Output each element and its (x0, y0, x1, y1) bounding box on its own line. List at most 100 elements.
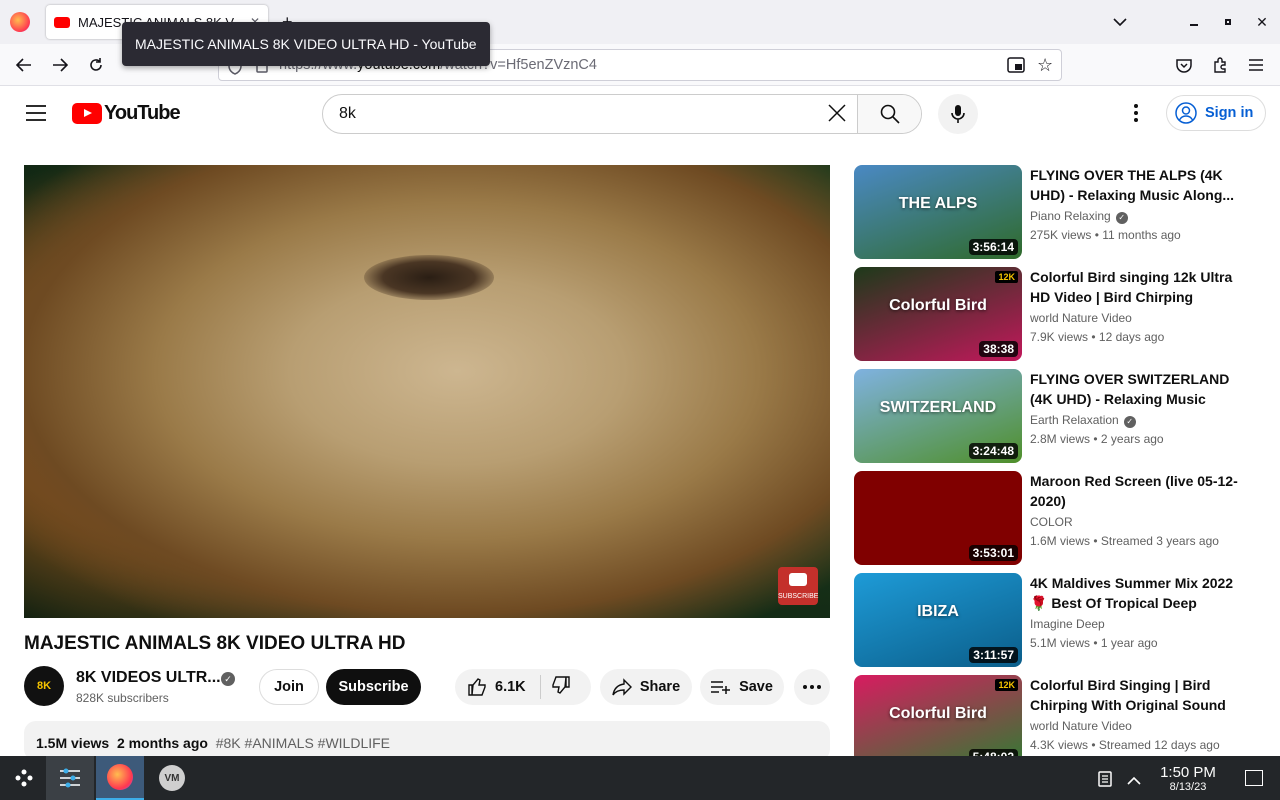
video-duration: 3:56:14 (968, 239, 1018, 255)
recommendation-channel-name: Imagine Deep (1030, 617, 1105, 631)
extensions-icon[interactable] (1206, 51, 1234, 79)
guide-menu-icon[interactable] (26, 105, 46, 126)
recommendation-title[interactable]: 4K Maldives Summer Mix 2022 🌹 Best Of Tr… (1030, 573, 1238, 613)
show-desktop-icon[interactable] (1245, 770, 1263, 786)
video-duration: 3:24:48 (968, 443, 1018, 459)
clipboard-icon[interactable] (1098, 770, 1112, 792)
close-window-icon[interactable]: ✕ (1248, 8, 1276, 36)
tab-tooltip: MAJESTIC ANIMALS 8K VIDEO ULTRA HD - You… (122, 22, 490, 66)
recommendation-channel[interactable]: Imagine Deep (1030, 617, 1105, 631)
recommendation-channel-name: Earth Relaxation (1030, 413, 1119, 427)
recommendation-title[interactable]: FLYING OVER SWITZERLAND (4K UHD) - Relax… (1030, 369, 1238, 409)
recommendation-item[interactable]: IBIZA 3:11:57 4K Maldives Summer Mix 2022 … (854, 573, 1254, 667)
recommendation-meta: 5.1M views • 1 year ago (1030, 636, 1158, 650)
clock-time: 1:50 PM (1160, 764, 1216, 781)
picture-in-picture-icon[interactable] (1007, 57, 1025, 77)
recommendation-meta: 2.8M views • 2 years ago (1030, 432, 1164, 446)
video-duration: 38:38 (979, 341, 1018, 357)
recommendation-item[interactable]: Colorful Bird12K5:48:02Colorful Bird Sin… (854, 675, 1254, 769)
more-actions-button[interactable] (794, 669, 830, 705)
recommendation-thumbnail[interactable]: THE ALPS 3:56:14 (854, 165, 1022, 259)
resolution-badge: 12K (995, 271, 1018, 283)
recommendation-item[interactable]: 3:53:01 Maroon Red Screen (live 05-12-202… (854, 471, 1254, 565)
firefox-taskbar-icon[interactable] (96, 756, 144, 800)
microphone-icon (951, 105, 965, 123)
recommendation-channel-name: Piano Relaxing (1030, 209, 1111, 223)
recommendation-channel[interactable]: COLOR (1030, 515, 1073, 529)
verified-check-icon: ✓ (1123, 416, 1136, 428)
virt-manager-icon[interactable]: VM (148, 756, 196, 800)
recommendation-channel[interactable]: Earth Relaxation ✓ (1030, 413, 1136, 428)
back-icon[interactable] (10, 51, 38, 79)
os-taskbar: VM 1:50 PM 8/13/23 (0, 756, 1280, 800)
video-title: MAJESTIC ANIMALS 8K VIDEO ULTRA HD (24, 633, 406, 654)
like-button[interactable]: 6.1K (467, 677, 526, 697)
recommendation-item[interactable]: THE ALPS 3:56:14 FLYING OVER THE ALPS (4K … (854, 165, 1254, 259)
search-button[interactable] (857, 95, 921, 133)
tray-expand-icon[interactable] (1127, 772, 1141, 790)
youtube-logo-text: YouTube (104, 102, 181, 124)
video-player[interactable]: SUBSCRIBE (24, 165, 830, 618)
youtube-header: YouTube 8k Sign in (0, 86, 1280, 142)
youtube-logo[interactable]: YouTube (72, 102, 181, 125)
maximize-icon[interactable] (1214, 8, 1242, 36)
recommendation-title[interactable]: Colorful Bird Singing | Bird Chirping Wi… (1030, 675, 1238, 715)
recommendation-thumbnail[interactable]: SWITZERLAND 3:24:48 (854, 369, 1022, 463)
verified-check-icon: ✓ (1115, 212, 1128, 224)
dislike-button[interactable] (551, 675, 571, 699)
minimize-icon[interactable] (1180, 8, 1208, 36)
recommendation-channel[interactable]: world Nature Video (1030, 311, 1132, 325)
channel-name[interactable]: 8K VIDEOS ULTR... (76, 669, 221, 687)
thumbs-up-icon (468, 678, 486, 696)
list-tabs-icon[interactable] (1106, 8, 1134, 36)
recommendation-title[interactable]: Colorful Bird singing 12k Ultra HD Video… (1030, 267, 1238, 307)
like-count: 6.1K (495, 679, 526, 695)
share-button[interactable]: Share (600, 669, 692, 705)
firefox-view-icon[interactable] (10, 12, 30, 32)
subscribe-watermark[interactable]: SUBSCRIBE (778, 567, 818, 605)
bookmark-star-icon[interactable]: ☆ (1037, 55, 1053, 76)
clock-date: 8/13/23 (1169, 781, 1207, 793)
description-box[interactable]: 1.5M views 2 months ago #8K #ANIMALS #WI… (24, 721, 830, 761)
recommendation-thumbnail[interactable]: IBIZA 3:11:57 (854, 573, 1022, 667)
app-menu-icon[interactable] (1242, 51, 1270, 79)
recommendation-thumbnail[interactable]: Colorful Bird 12K 38:38 (854, 267, 1022, 361)
system-settings-icon[interactable] (46, 756, 94, 800)
recommendation-thumbnail[interactable]: Colorful Bird12K5:48:02 (854, 675, 1022, 769)
app-launcher-icon[interactable] (0, 756, 48, 800)
search-input[interactable]: 8k (323, 105, 817, 123)
save-label: Save (739, 679, 773, 695)
recommendation-title[interactable]: FLYING OVER THE ALPS (4K UHD) - Relaxing… (1030, 165, 1238, 205)
video-duration: 3:11:57 (969, 647, 1018, 663)
voice-search-button[interactable] (938, 94, 978, 134)
recommendation-meta: 1.6M views • Streamed 3 years ago (1030, 534, 1219, 548)
save-button[interactable]: Save (700, 669, 784, 705)
recommendation-thumbnail[interactable]: 3:53:01 (854, 471, 1022, 565)
pocket-icon[interactable] (1170, 51, 1198, 79)
clock[interactable]: 1:50 PM 8/13/23 (1150, 764, 1226, 793)
hashtags[interactable]: #8K #ANIMALS #WILDLIFE (216, 735, 390, 751)
youtube-play-icon (72, 103, 102, 124)
recommendation-channel[interactable]: Piano Relaxing ✓ (1030, 209, 1128, 224)
recommendation-item[interactable]: Colorful Bird 12K 38:38 Colorful Bird singi… (854, 267, 1254, 361)
recommendation-channel-name: world Nature Video (1030, 311, 1132, 325)
video-duration: 3:53:01 (968, 545, 1018, 561)
more-horizontal-icon (803, 685, 821, 689)
reload-icon[interactable] (82, 51, 110, 79)
recommendation-channel[interactable]: world Nature Video (1030, 719, 1132, 733)
recommendation-item[interactable]: SWITZERLAND 3:24:48 FLYING OVER SWITZERLAN… (854, 369, 1254, 463)
sign-in-button[interactable]: Sign in (1166, 95, 1267, 131)
clear-search-icon[interactable] (817, 99, 857, 130)
channel-avatar[interactable]: 8K (24, 666, 64, 706)
recommendation-channel-name: world Nature Video (1030, 719, 1132, 733)
search-icon (880, 104, 900, 124)
join-button[interactable]: Join (259, 669, 319, 705)
forward-icon[interactable] (46, 51, 74, 79)
settings-kebab-icon[interactable] (1134, 104, 1138, 127)
recommendation-title[interactable]: Maroon Red Screen (live 05-12-2020) (1030, 471, 1238, 511)
share-icon (612, 678, 632, 696)
upload-age: 2 months ago (116, 735, 208, 751)
subscribe-button[interactable]: Subscribe (326, 669, 421, 705)
recommendation-meta: 275K views • 11 months ago (1030, 228, 1181, 242)
view-count: 1.5M views (36, 735, 110, 751)
